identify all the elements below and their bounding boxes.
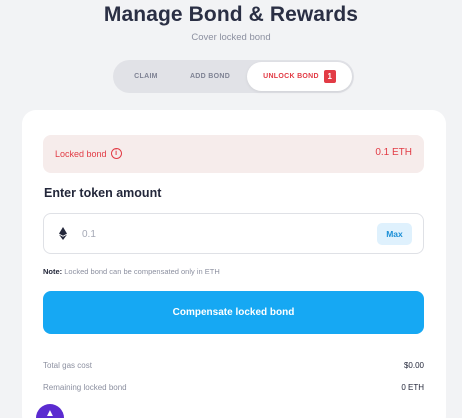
max-button[interactable]: Max	[377, 223, 412, 245]
locked-bond-label: Locked bond	[55, 148, 107, 159]
bond-card: Locked bond i 0.1 ETH Enter token amount…	[22, 110, 446, 418]
info-icon[interactable]: i	[110, 148, 122, 159]
locked-bond-value: 0.1 ETH	[375, 147, 412, 158]
tab-add-bond[interactable]: ADD BOND	[177, 62, 243, 91]
tab-unlock-bond-label: UNLOCK BOND	[263, 73, 319, 80]
amount-input[interactable]	[82, 225, 362, 243]
amount-title: Enter token amount	[44, 186, 162, 200]
locked-bond-banner: Locked bond i 0.1 ETH	[43, 135, 424, 173]
tab-claim[interactable]: CLAIM	[117, 62, 175, 91]
summary-value: 0 ETH	[401, 383, 424, 392]
summary-row: Total gas cost $0.00	[43, 361, 424, 370]
note-label: Note:	[43, 267, 63, 276]
summary-label: Remaining locked bond	[43, 383, 127, 392]
tab-unlock-bond[interactable]: UNLOCK BOND 1	[247, 62, 352, 91]
page-subtitle: Cover locked bond	[191, 32, 271, 43]
note-text: Locked bond can be compensated only in E…	[62, 267, 220, 276]
amount-field: Max	[43, 213, 424, 254]
tab-add-bond-label: ADD BOND	[189, 73, 231, 80]
bond-tabs: CLAIM ADD BOND UNLOCK BOND 1	[113, 60, 354, 93]
tab-unlock-badge: 1	[323, 70, 336, 83]
note: Note: Locked bond can be compensated onl…	[43, 267, 220, 276]
summary-value: $0.00	[403, 361, 424, 370]
avatar-icon: ▲	[45, 408, 55, 418]
compensate-locked-bond-button[interactable]: Compensate locked bond	[43, 291, 424, 334]
ethereum-icon	[59, 227, 67, 245]
tab-claim-label: CLAIM	[134, 73, 158, 80]
page-title: Manage Bond & Rewards	[103, 3, 359, 26]
summary-row: Remaining locked bond 0 ETH	[43, 383, 424, 392]
summary-label: Total gas cost	[43, 361, 92, 370]
